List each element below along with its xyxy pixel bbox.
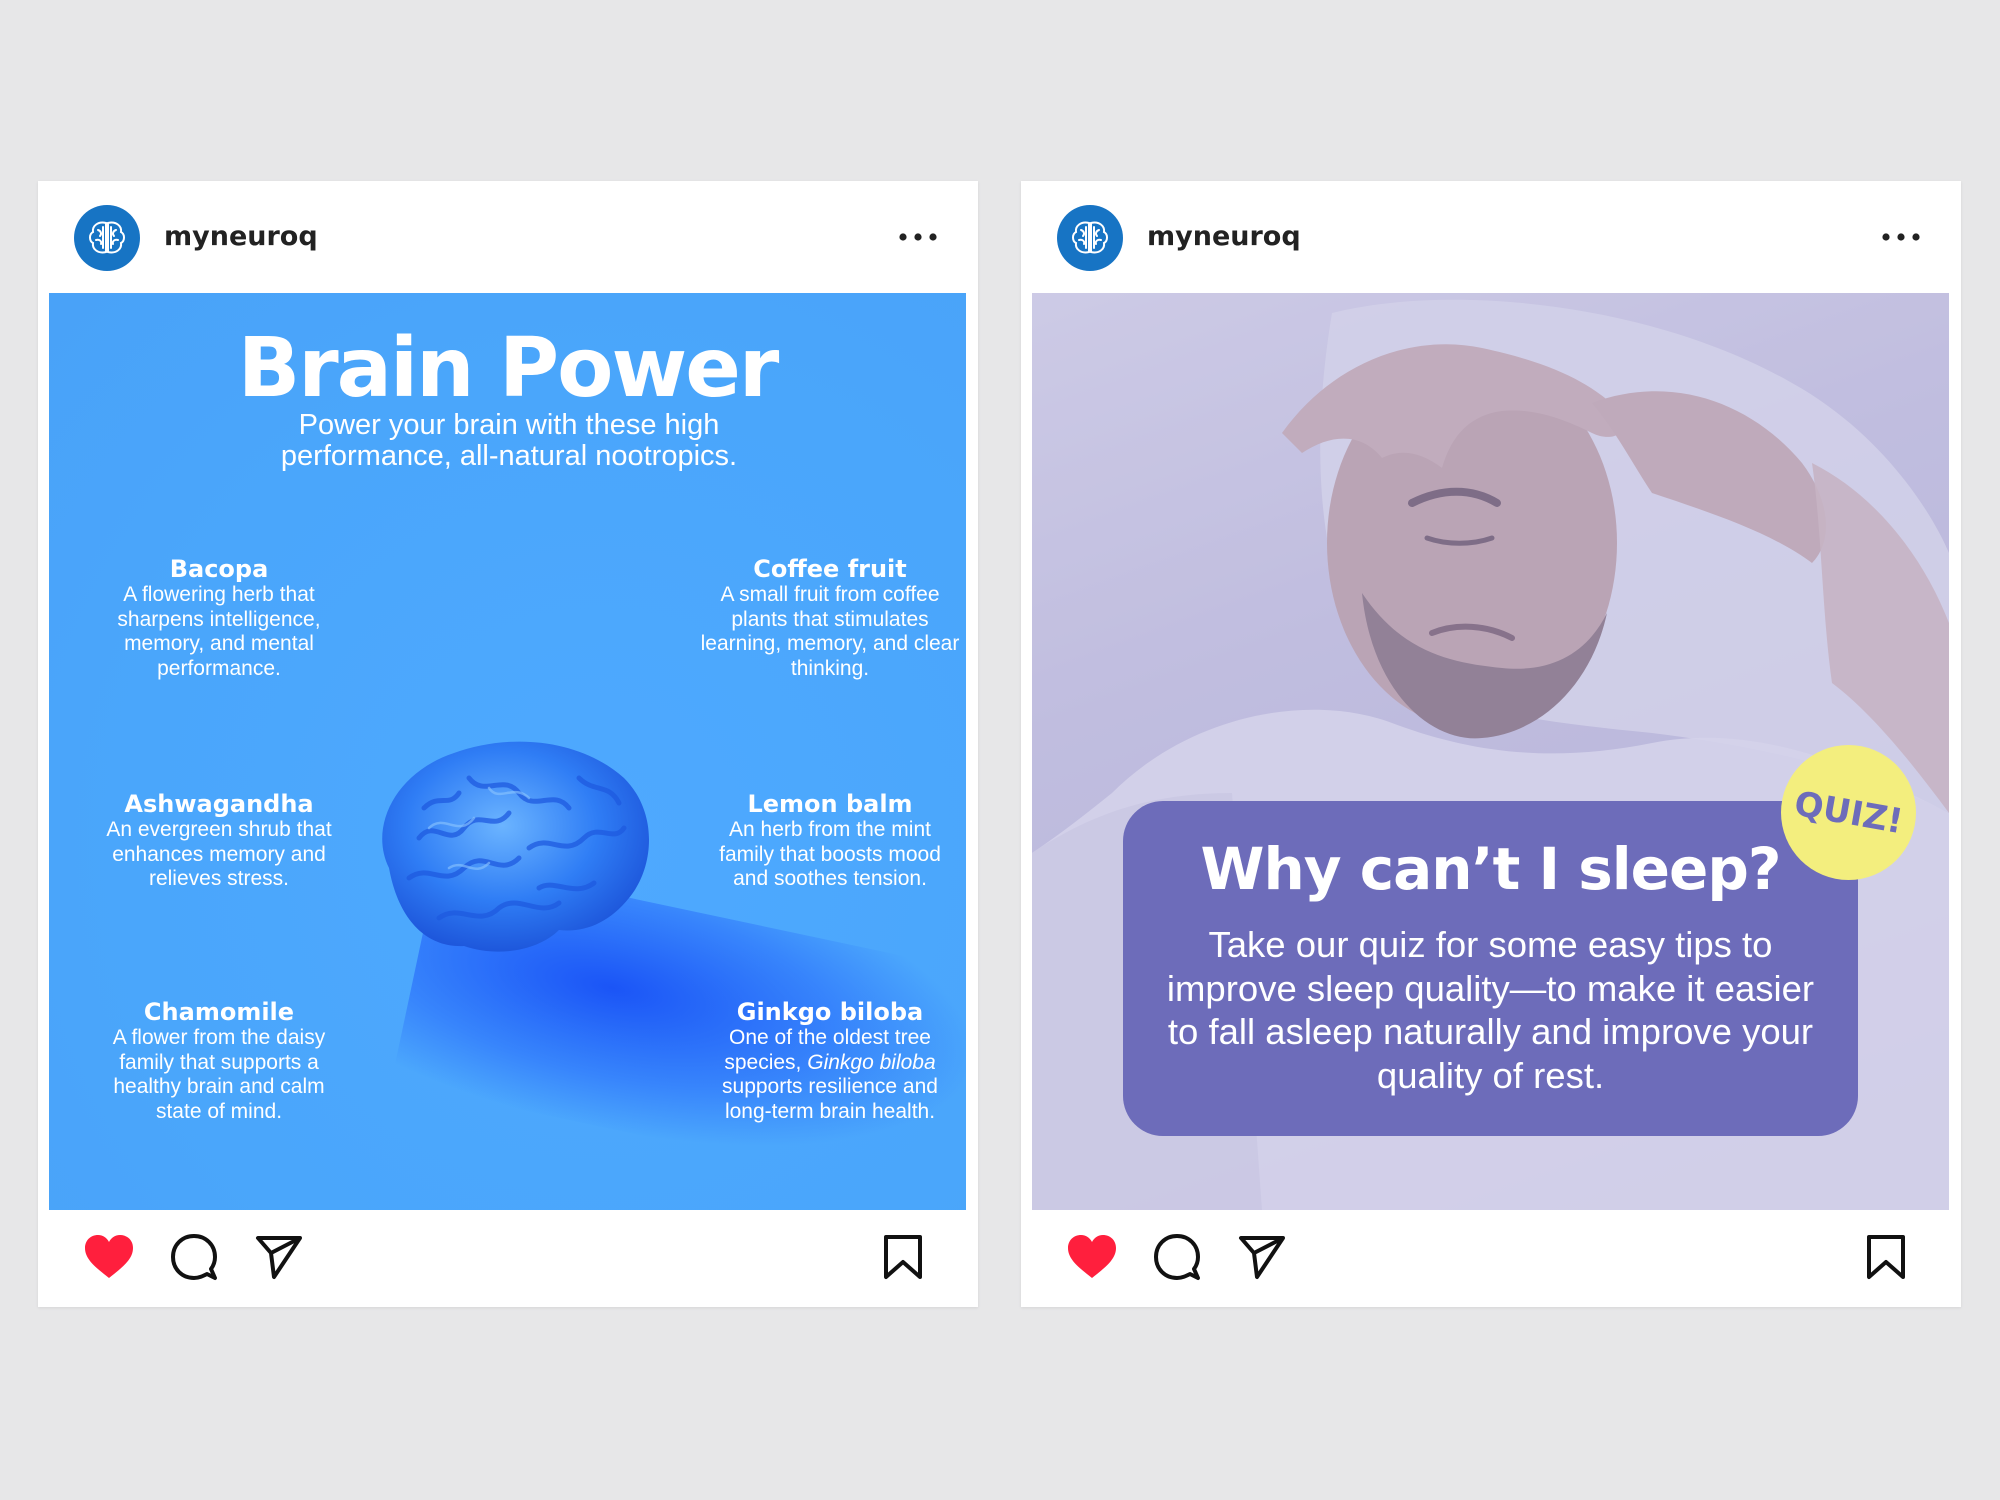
ingredient-description: An herb from the mint family that boosts… [719,818,941,890]
save-button[interactable] [1859,1230,1913,1284]
desc-italic: Ginkgo biloba [807,1050,936,1074]
ingredient-description: A small fruit from coffee plants that st… [700,583,960,680]
ingredient-description: A flower from the daisy family that supp… [112,1026,326,1123]
ingredient-name: Chamomile [143,998,295,1026]
more-horizontal-icon [1882,233,1920,241]
ingredient-coffee-fruit: Coffee fruit A small fruit from coffee p… [700,555,960,681]
save-button[interactable] [876,1230,930,1284]
post-header: myneuroq [1021,181,1961,293]
quiz-title: Why can’t I sleep? [1200,835,1781,903]
heart-icon [85,1235,133,1278]
share-button[interactable] [252,1230,306,1284]
ingredient-description: One of the oldest tree species, Ginkgo b… [700,1026,960,1124]
post-card-sleep-quiz: myneuroq Why can’t I sleep? Take our qui… [1021,181,1961,1307]
post-image[interactable]: Brain Power Power your brain with these … [49,293,966,1210]
ingredient-name: Bacopa [169,555,269,583]
send-icon [256,1236,302,1279]
ingredient-name: Ashwagandha [124,790,314,818]
post-actions [38,1210,978,1307]
post-subtitle: Power your brain with these high perform… [280,409,738,472]
comment-icon [171,1234,217,1280]
comment-button[interactable] [167,1230,221,1284]
desc-text: supports resilience and long-term brain … [722,1075,938,1123]
post-actions [1021,1210,1961,1307]
quiz-description: Take our quiz for some easy tips to impr… [1166,924,1815,1096]
more-options-button[interactable] [1879,217,1923,257]
post-title: Brain Power [237,321,780,416]
heart-icon [1068,1235,1116,1278]
more-options-button[interactable] [896,217,940,257]
like-button[interactable] [1065,1230,1119,1284]
ingredient-chamomile: Chamomile A flower from the daisy family… [89,998,349,1124]
ingredient-bacopa: Bacopa A flowering herb that sharpens in… [89,555,349,681]
brain-logo-icon [89,221,125,254]
ingredient-ashwagandha: Ashwagandha An evergreen shrub that enha… [89,790,349,892]
bookmark-icon [1867,1235,1905,1279]
ingredient-description: An evergreen shrub that enhances memory … [106,818,332,890]
post-card-brain-power: myneuroq Brain Power Power your brain wi… [38,181,978,1307]
ingredient-description: A flowering herb that sharpens intellige… [117,583,321,680]
send-icon [1239,1236,1285,1279]
bookmark-icon [884,1235,922,1279]
more-horizontal-icon [899,233,937,241]
ingredient-name: Ginkgo biloba [736,998,924,1026]
brain-logo-icon [1072,221,1108,254]
ingredient-lemon-balm: Lemon balm An herb from the mint family … [700,790,960,892]
quiz-badge: QUIZ! [1781,745,1916,880]
ingredient-ginkgo-biloba: Ginkgo biloba One of the oldest tree spe… [700,998,960,1124]
post-image[interactable]: Why can’t I sleep? Take our quiz for som… [1032,293,1949,1210]
brain-illustration [382,741,649,952]
username[interactable]: myneuroq [164,221,318,252]
quiz-badge-label: QUIZ! [1791,783,1906,842]
avatar[interactable] [74,205,140,271]
ingredient-name: Lemon balm [747,790,913,818]
ingredient-name: Coffee fruit [753,555,907,583]
quiz-callout: Why can’t I sleep? Take our quiz for som… [1123,801,1858,1136]
like-button[interactable] [82,1230,136,1284]
username[interactable]: myneuroq [1147,221,1301,252]
share-button[interactable] [1235,1230,1289,1284]
avatar[interactable] [1057,205,1123,271]
post-header: myneuroq [38,181,978,293]
comment-icon [1154,1234,1200,1280]
comment-button[interactable] [1150,1230,1204,1284]
